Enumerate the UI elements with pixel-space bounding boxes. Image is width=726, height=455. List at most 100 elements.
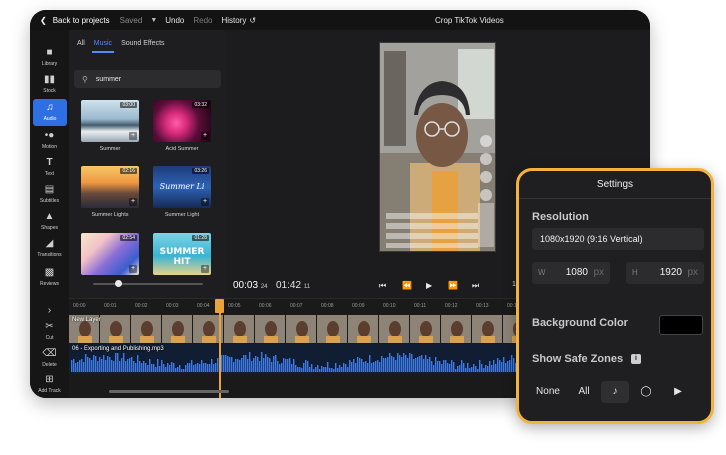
safe-zones-label: Show Safe Zones (532, 353, 624, 365)
filmstrip-frame (286, 315, 316, 343)
sidebar-item-reviews[interactable]: ▩ Reviews (30, 264, 69, 291)
waveform-bar (395, 360, 397, 372)
add-icon[interactable]: + (201, 132, 209, 140)
sidebar-item-library[interactable]: ■ Library (30, 44, 69, 71)
reviews-icon: ▩ (44, 267, 55, 278)
waveform-bar (335, 363, 337, 372)
total-time-value: 01:42 (276, 280, 302, 291)
waveform-bar (207, 364, 209, 372)
waveform-bar (261, 352, 263, 372)
waveform-bar (387, 357, 389, 372)
card-thumbnail: Summer Li 03:26 + (153, 166, 211, 208)
undo-button[interactable]: Undo (165, 16, 184, 25)
waveform-bar (463, 363, 465, 372)
safe-zone-tiktok[interactable]: ♪ (601, 381, 629, 403)
rewind-icon[interactable]: ⏪ (402, 281, 412, 290)
redo-button[interactable]: Redo (193, 16, 212, 25)
tool-label: Delete (42, 362, 57, 368)
waveform-bar (161, 360, 163, 372)
sidebar-item-motion[interactable]: •● Motion (30, 127, 69, 154)
skip-back-icon[interactable]: ⏮ (379, 281, 386, 291)
sidebar-item-text[interactable]: T Text (30, 154, 69, 181)
search-input[interactable]: ⚲ summer (74, 70, 221, 88)
waveform-bar (123, 353, 125, 372)
sidebar-item-audio[interactable]: ♫ Audio (33, 99, 67, 126)
add-icon[interactable]: + (129, 198, 137, 206)
project-title[interactable]: Crop TikTok Videos (435, 16, 504, 25)
ruler-tick: 00:05 (228, 303, 241, 309)
sidebar-item-shapes[interactable]: ▲ Shapes (30, 208, 69, 235)
cut-button[interactable]: ✂ Cut (30, 318, 69, 345)
waveform-bar (189, 363, 191, 372)
delete-button[interactable]: ⌫ Delete (30, 345, 69, 372)
ruler-tick: 00:03 (166, 303, 179, 309)
card-thumbnail: 03:00 + (81, 100, 139, 142)
play-icon[interactable]: ▶ (426, 281, 432, 290)
waveform-bar (291, 364, 293, 372)
waveform-bar (355, 363, 357, 372)
waveform-bar (233, 362, 235, 372)
slider-handle[interactable] (115, 280, 122, 287)
history-button[interactable]: History ↺ (222, 16, 257, 25)
waveform-bar (269, 358, 271, 372)
height-field[interactable]: H 1920 px (626, 262, 704, 284)
fast-forward-icon[interactable]: ⏩ (448, 281, 458, 290)
waveform-bar (461, 360, 463, 372)
timeline-scrollbar[interactable] (109, 390, 229, 393)
volume-slider[interactable] (93, 280, 203, 287)
playhead[interactable] (219, 299, 221, 398)
subtitles-icon: ▤ (44, 184, 55, 195)
waveform-bar (347, 367, 349, 372)
safe-zone-none[interactable]: None (533, 381, 563, 403)
waveform-bar (171, 362, 173, 372)
video-preview[interactable] (379, 42, 496, 252)
waveform-bar (357, 357, 359, 372)
tab-all[interactable]: All (77, 40, 85, 47)
tab-music[interactable]: Music (91, 40, 115, 53)
waveform-bar (97, 361, 99, 372)
waveform-bar (409, 353, 411, 372)
sidebar-item-transitions[interactable]: ◢ Transitions (30, 235, 69, 262)
add-icon[interactable]: + (129, 265, 137, 273)
add-track-button[interactable]: ⊞ Add Track (30, 371, 69, 398)
audio-card[interactable]: 02:16 + Summer Lights (81, 166, 139, 218)
waveform-bar (337, 368, 339, 372)
sidebar-item-stock[interactable]: ▮▮ Stock (30, 71, 69, 98)
audio-card[interactable]: SUMMER HIT 01:28 + (153, 233, 211, 275)
waveform-bar (185, 365, 187, 372)
audio-card[interactable]: 03:00 + Summer (81, 100, 139, 152)
background-color-swatch[interactable] (659, 315, 703, 335)
video-frame (380, 43, 495, 251)
tab-sound-effects[interactable]: Sound Effects (121, 40, 164, 47)
audio-card[interactable]: Summer Li 03:26 + Summer Light (153, 166, 211, 218)
info-icon[interactable]: i (631, 354, 641, 364)
tiktok-icon: ♪ (612, 386, 618, 397)
waveform-bar (495, 364, 497, 372)
waveform-bar (251, 361, 253, 372)
back-to-projects-link[interactable]: ❮ Back to projects (40, 16, 110, 25)
sidebar-item-subtitles[interactable]: ▤ Subtitles (30, 181, 69, 208)
safe-zone-instagram[interactable]: ◯ (633, 381, 659, 403)
waveform-bar (499, 360, 501, 372)
waveform-bar (343, 363, 345, 372)
ruler-tick: 00:00 (73, 303, 86, 309)
add-icon[interactable]: + (201, 198, 209, 206)
instagram-icon: ◯ (640, 386, 652, 397)
add-icon[interactable]: + (201, 265, 209, 273)
resolution-select[interactable]: 1080x1920 (9:16 Vertical) (532, 228, 704, 250)
width-field[interactable]: W 1080 px (532, 262, 610, 284)
skip-forward-icon[interactable]: ⏭ (472, 281, 479, 291)
filmstrip-frame (131, 315, 161, 343)
audio-card[interactable]: 03:32 + Acid Summer (153, 100, 211, 152)
waveform-bar (91, 360, 93, 372)
waveform-bar (149, 359, 151, 372)
audio-card[interactable]: 02:54 + (81, 233, 139, 275)
safe-zone-all[interactable]: All (571, 381, 597, 403)
total-time: 01:42 11 (276, 280, 310, 291)
caret-down-icon[interactable]: ▼ (150, 17, 157, 24)
safe-zone-youtube[interactable]: ▶ (665, 381, 691, 403)
filmstrip-frame (348, 315, 378, 343)
add-icon[interactable]: + (129, 132, 137, 140)
saved-status: Saved (119, 15, 143, 25)
waveform-bar (271, 362, 273, 372)
